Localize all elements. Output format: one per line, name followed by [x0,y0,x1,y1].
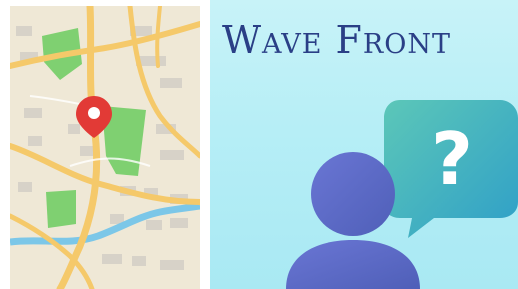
wave-front-banner: Wave Front ? [0,0,518,289]
question-speech-bubble-icon: ? [384,100,518,238]
page-title: Wave Front [222,18,451,62]
svg-text:?: ? [431,117,473,201]
city-map-icon [10,6,200,289]
person-question-illustration: ? [286,100,518,289]
map-illustration [0,0,210,289]
park-area [46,190,76,228]
